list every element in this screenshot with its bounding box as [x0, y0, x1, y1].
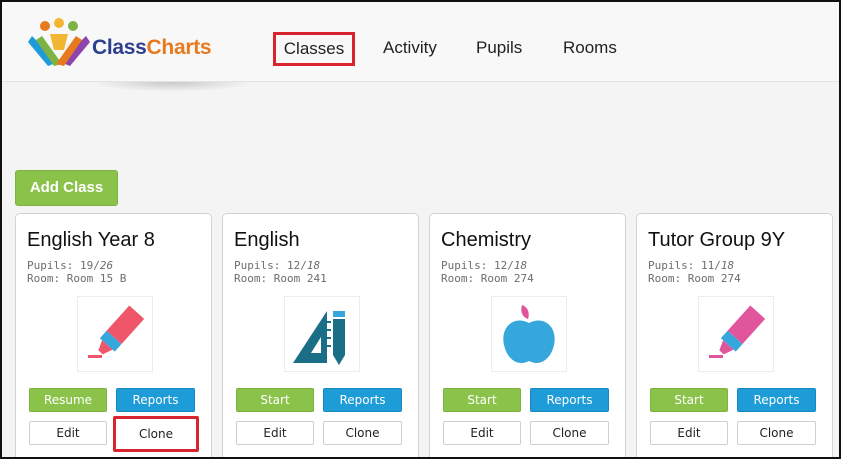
nav-classes[interactable]: Classes	[273, 32, 355, 66]
highlighter-icon	[88, 305, 145, 358]
class-icon-frame	[698, 296, 774, 372]
header-shadow	[92, 82, 252, 92]
class-title: English	[234, 229, 300, 251]
pupils-count: Pupils: 12/18	[234, 259, 321, 272]
add-class-button[interactable]: Add Class	[15, 170, 118, 206]
class-title: Chemistry	[441, 229, 532, 251]
apple-icon	[503, 305, 555, 364]
clone-button[interactable]: Clone	[113, 416, 199, 452]
class-card-chemistry[interactable]: Chemistry Pupils: 12/18 Room: Room 274 S…	[429, 213, 626, 457]
nav-activity[interactable]: Activity	[383, 38, 437, 58]
room-info: Room: Room 274	[441, 272, 534, 285]
room-info: Room: Room 15 B	[27, 272, 127, 285]
class-title: English Year 8	[27, 229, 155, 251]
start-button[interactable]: Start	[443, 388, 521, 412]
clone-button[interactable]: Clone	[323, 421, 402, 445]
class-card-english-year-8[interactable]: English Year 8 Pupils: 19/26 Room: Room …	[15, 213, 212, 457]
start-button[interactable]: Start	[236, 388, 314, 412]
reports-button[interactable]: Reports	[737, 388, 816, 412]
reports-button[interactable]: Reports	[530, 388, 609, 412]
edit-button[interactable]: Edit	[29, 421, 107, 445]
edit-button[interactable]: Edit	[236, 421, 314, 445]
pupils-total: 18	[720, 259, 735, 272]
highlighter-icon	[709, 305, 766, 358]
pupils-count: Pupils: 19/26	[27, 259, 114, 272]
pupils-count: Pupils: 11/18	[648, 259, 735, 272]
brand-part-class: Class	[92, 36, 147, 59]
room-info: Room: Room 241	[234, 272, 327, 285]
start-button[interactable]: Start	[650, 388, 728, 412]
pupils-present: 19	[79, 259, 94, 272]
app-window: ClassCharts Classes Activity Pupils Room…	[0, 0, 841, 459]
class-icon-frame	[77, 296, 153, 372]
nav-rooms[interactable]: Rooms	[563, 38, 617, 58]
class-card-tutor-group-9y[interactable]: Tutor Group 9Y Pupils: 11/18 Room: Room …	[636, 213, 833, 457]
pupils-count: Pupils: 12/18	[441, 259, 528, 272]
reports-button[interactable]: Reports	[116, 388, 195, 412]
pupils-label: Pupils:	[27, 259, 74, 272]
brand-name: ClassCharts	[92, 36, 212, 60]
classcharts-logo[interactable]: ClassCharts	[28, 18, 228, 68]
class-card-english[interactable]: English Pupils: 12/18 Room: Room 241 Sta…	[222, 213, 419, 457]
edit-button[interactable]: Edit	[443, 421, 521, 445]
brand-part-charts: Charts	[146, 36, 212, 59]
edit-button[interactable]: Edit	[650, 421, 728, 445]
pupils-total: 26	[99, 259, 114, 272]
pupils-present: 12	[493, 259, 508, 272]
pupils-label: Pupils:	[234, 259, 281, 272]
class-icon-frame	[491, 296, 567, 372]
clone-button[interactable]: Clone	[737, 421, 816, 445]
pupils-present: 12	[286, 259, 301, 272]
class-title: Tutor Group 9Y	[648, 229, 786, 251]
pupils-total: 18	[513, 259, 528, 272]
pupils-total: 18	[306, 259, 321, 272]
pupils-label: Pupils:	[648, 259, 695, 272]
reports-button[interactable]: Reports	[323, 388, 402, 412]
nav-pupils[interactable]: Pupils	[476, 38, 522, 58]
ruler-pencil-icon	[293, 311, 345, 365]
clone-button[interactable]: Clone	[530, 421, 609, 445]
top-header: ClassCharts Classes Activity Pupils Room…	[2, 2, 839, 82]
people-logo-icon	[28, 18, 90, 66]
room-info: Room: Room 274	[648, 272, 741, 285]
resume-button[interactable]: Resume	[29, 388, 107, 412]
pupils-label: Pupils:	[441, 259, 488, 272]
pupils-present: 11	[700, 259, 715, 272]
class-icon-frame	[284, 296, 360, 372]
